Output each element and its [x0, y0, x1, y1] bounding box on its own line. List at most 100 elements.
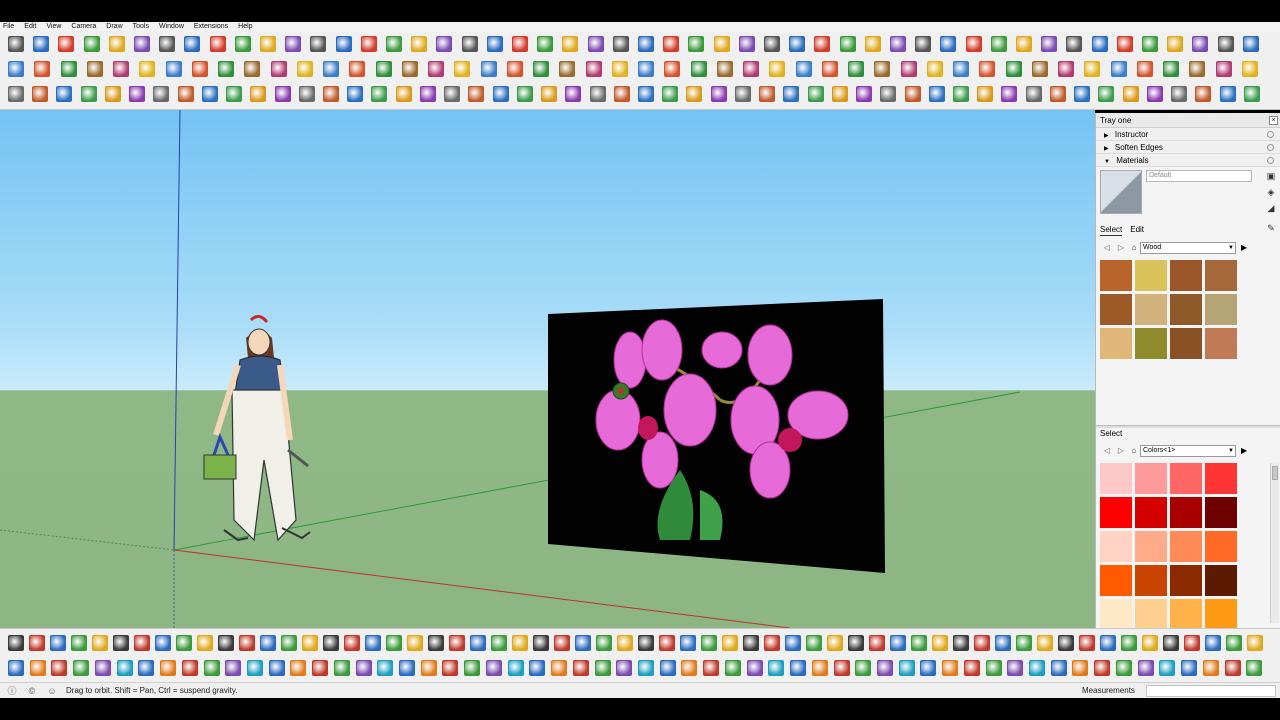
- tab-select[interactable]: Select: [1100, 223, 1123, 236]
- tool-button-icon[interactable]: [613, 86, 630, 102]
- tool-button-icon[interactable]: [1247, 635, 1263, 651]
- tool-button-icon[interactable]: [1163, 61, 1179, 77]
- tool-button-icon[interactable]: [485, 660, 502, 676]
- tool-button-icon[interactable]: [50, 635, 66, 651]
- material-swatch[interactable]: [1100, 463, 1132, 494]
- tool-button-icon[interactable]: [848, 635, 864, 651]
- tool-button-icon[interactable]: [1016, 36, 1032, 52]
- material-swatch[interactable]: [1170, 599, 1202, 630]
- tool-button-icon[interactable]: [365, 635, 381, 651]
- tool-button-icon[interactable]: [898, 660, 915, 676]
- tool-button-icon[interactable]: [1224, 660, 1241, 676]
- tool-button-icon[interactable]: [659, 660, 676, 676]
- tool-button-icon[interactable]: [270, 61, 287, 77]
- menu-tools[interactable]: Tools: [133, 22, 149, 31]
- tool-button-icon[interactable]: [541, 86, 558, 102]
- tool-button-icon[interactable]: [71, 635, 87, 651]
- tool-button-icon[interactable]: [533, 61, 549, 77]
- tool-button-icon[interactable]: [1167, 36, 1184, 52]
- panel-splitter[interactable]: [1096, 425, 1280, 428]
- tool-button-icon[interactable]: [1005, 61, 1022, 77]
- sample-paint-icon[interactable]: ◢: [1266, 203, 1276, 213]
- tool-button-icon[interactable]: [470, 635, 486, 651]
- tool-button-icon[interactable]: [104, 86, 121, 102]
- tool-button-icon[interactable]: [449, 635, 465, 651]
- material-swatch[interactable]: [1135, 599, 1167, 630]
- tool-button-icon[interactable]: [1121, 635, 1137, 651]
- tool-button-icon[interactable]: [1001, 86, 1018, 102]
- tool-button-icon[interactable]: [419, 86, 436, 102]
- tool-button-icon[interactable]: [1242, 36, 1259, 52]
- section-materials[interactable]: ▼ Materials: [1096, 154, 1280, 167]
- tool-button-icon[interactable]: [940, 36, 957, 52]
- tool-button-icon[interactable]: [250, 86, 267, 102]
- tool-button-icon[interactable]: [454, 61, 471, 77]
- tool-button-icon[interactable]: [1066, 36, 1083, 52]
- tool-button-icon[interactable]: [401, 61, 418, 77]
- tool-button-icon[interactable]: [347, 86, 364, 102]
- tool-button-icon[interactable]: [759, 86, 776, 102]
- menu-view[interactable]: View: [46, 22, 61, 31]
- tool-button-icon[interactable]: [572, 660, 589, 676]
- tool-button-icon[interactable]: [73, 660, 90, 676]
- tool-button-icon[interactable]: [1074, 86, 1091, 102]
- tool-button-icon[interactable]: [662, 86, 679, 102]
- tool-button-icon[interactable]: [681, 660, 698, 676]
- material-swatch[interactable]: [1135, 565, 1167, 596]
- tool-button-icon[interactable]: [1007, 660, 1024, 676]
- tool-button-icon[interactable]: [92, 635, 108, 651]
- tool-button-icon[interactable]: [848, 61, 864, 77]
- tool-button-icon[interactable]: [1110, 61, 1127, 77]
- tool-button-icon[interactable]: [1049, 86, 1066, 102]
- tool-button-icon[interactable]: [743, 61, 759, 77]
- tool-button-icon[interactable]: [890, 635, 906, 651]
- material-swatch[interactable]: [1100, 294, 1132, 325]
- tool-button-icon[interactable]: [176, 635, 192, 651]
- tool-button-icon[interactable]: [1091, 36, 1108, 52]
- tool-button-icon[interactable]: [1217, 36, 1234, 52]
- tool-button-icon[interactable]: [191, 61, 208, 77]
- tool-button-icon[interactable]: [464, 660, 481, 676]
- tool-button-icon[interactable]: [1050, 660, 1067, 676]
- tool-button-icon[interactable]: [32, 86, 49, 102]
- tool-button-icon[interactable]: [113, 61, 129, 77]
- tool-button-icon[interactable]: [612, 36, 629, 52]
- tool-button-icon[interactable]: [8, 635, 24, 651]
- tool-button-icon[interactable]: [1029, 660, 1046, 676]
- tool-button-icon[interactable]: [942, 660, 959, 676]
- tool-button-icon[interactable]: [399, 660, 416, 676]
- tool-button-icon[interactable]: [8, 660, 24, 676]
- tool-button-icon[interactable]: [688, 36, 705, 52]
- tool-button-icon[interactable]: [480, 61, 497, 77]
- tool-button-icon[interactable]: [58, 36, 75, 52]
- tool-button-icon[interactable]: [274, 86, 291, 102]
- tool-button-icon[interactable]: [312, 660, 329, 676]
- pin-icon[interactable]: [1267, 144, 1274, 151]
- material-swatch[interactable]: [1205, 599, 1237, 630]
- tool-button-icon[interactable]: [8, 61, 24, 77]
- tool-button-icon[interactable]: [769, 61, 786, 77]
- tool-button-icon[interactable]: [260, 635, 276, 651]
- material-swatch[interactable]: [1135, 294, 1167, 325]
- tool-button-icon[interactable]: [1072, 660, 1089, 676]
- tool-button-icon[interactable]: [864, 36, 881, 52]
- tool-button-icon[interactable]: [743, 635, 759, 651]
- tool-button-icon[interactable]: [444, 86, 461, 102]
- tool-button-icon[interactable]: [869, 635, 885, 651]
- tool-button-icon[interactable]: [565, 86, 582, 102]
- tool-button-icon[interactable]: [80, 86, 97, 102]
- tool-button-icon[interactable]: [239, 635, 255, 651]
- tool-button-icon[interactable]: [1084, 61, 1101, 77]
- tool-button-icon[interactable]: [1025, 86, 1042, 102]
- tool-button-icon[interactable]: [768, 660, 785, 676]
- eyedropper-icon[interactable]: ✎: [1266, 223, 1276, 233]
- painter-figure[interactable]: [203, 315, 311, 542]
- tool-button-icon[interactable]: [1159, 660, 1176, 676]
- tool-button-icon[interactable]: [953, 86, 969, 102]
- tool-button-icon[interactable]: [428, 635, 444, 651]
- tool-button-icon[interactable]: [134, 36, 150, 52]
- tool-button-icon[interactable]: [1058, 635, 1074, 651]
- tool-button-icon[interactable]: [395, 86, 412, 102]
- tool-button-icon[interactable]: [585, 61, 602, 77]
- tool-button-icon[interactable]: [713, 36, 730, 52]
